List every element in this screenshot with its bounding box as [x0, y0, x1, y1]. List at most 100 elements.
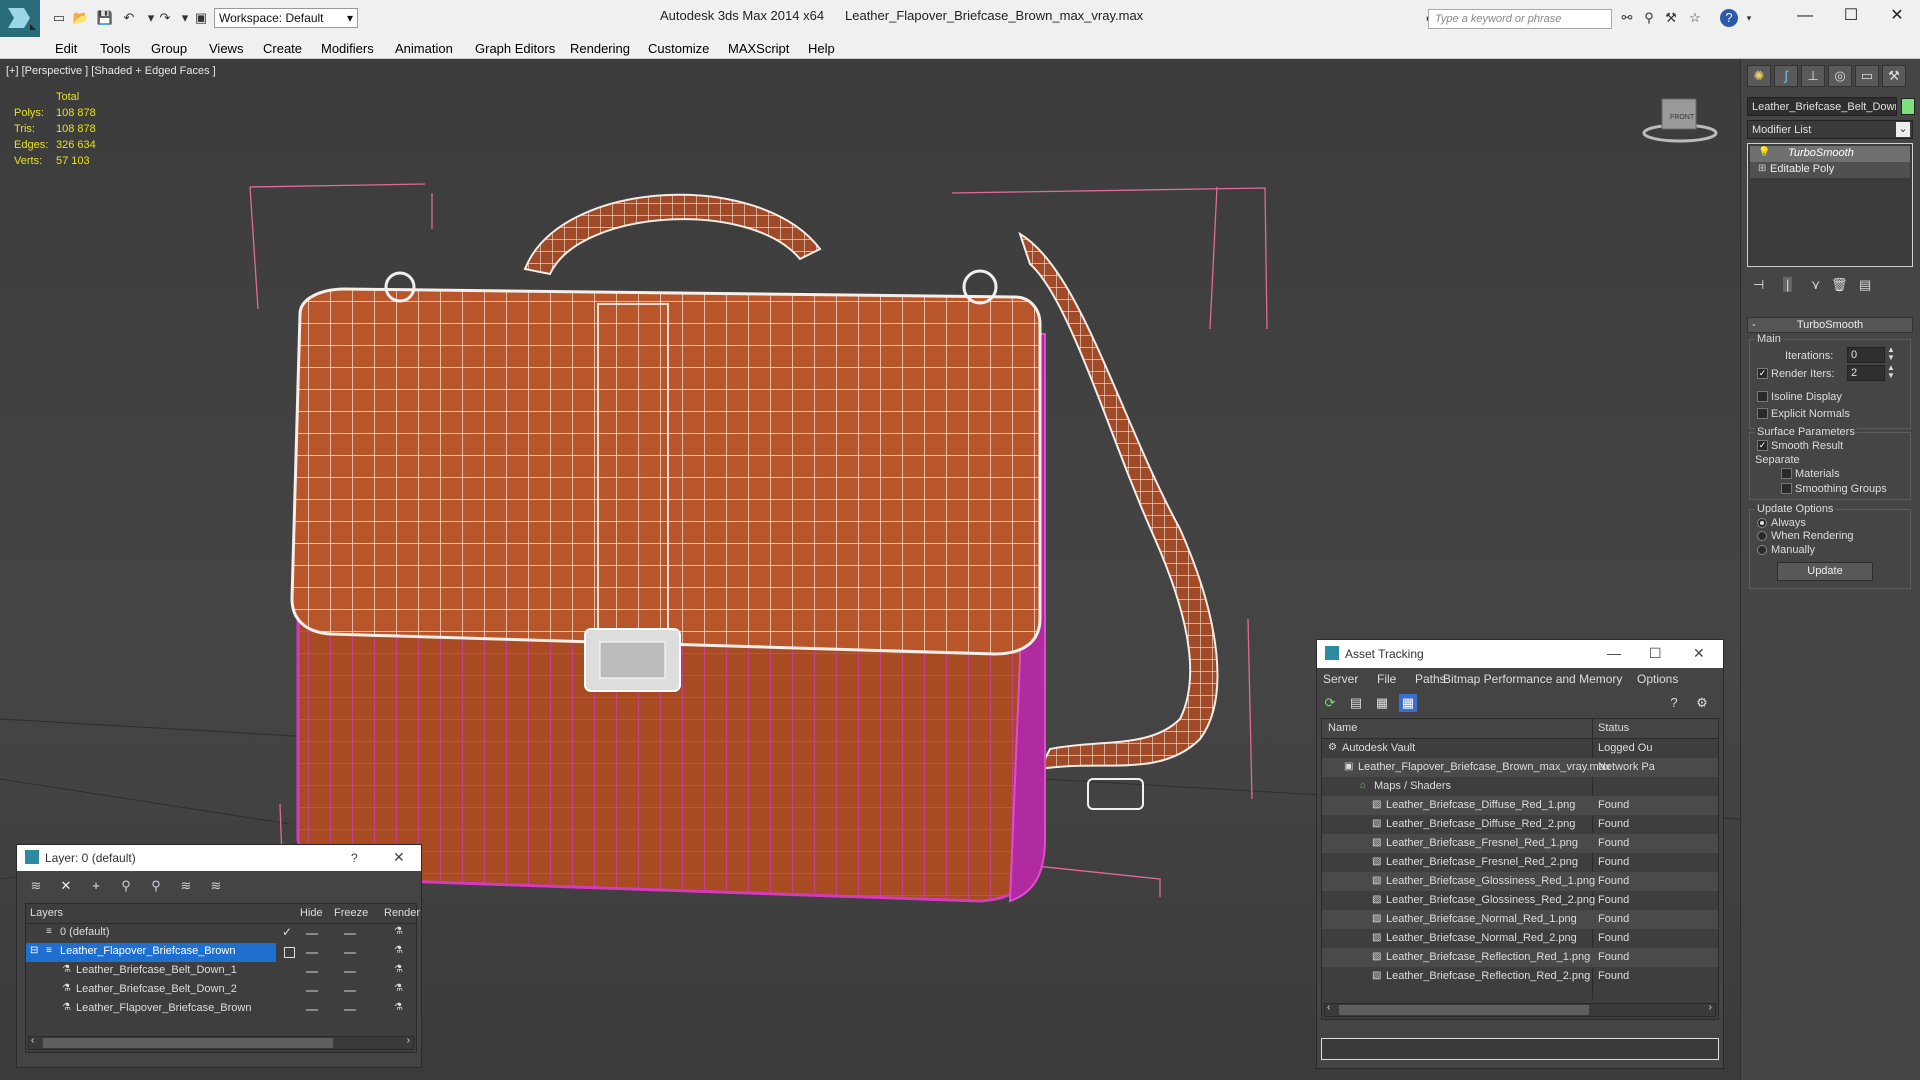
scroll-right-icon[interactable]: › — [1709, 1002, 1712, 1013]
column-header-freeze[interactable]: Freeze — [334, 907, 368, 919]
project-folder-icon[interactable]: ▣ — [192, 9, 210, 27]
menu-help[interactable]: Help — [808, 41, 835, 56]
list-view-icon[interactable]: ▤ — [1347, 694, 1365, 712]
asset-row[interactable]: ▧ Leather_Briefcase_Normal_Red_1.png Found — [1322, 910, 1718, 929]
menu-views[interactable]: Views — [209, 41, 243, 56]
asset-path-field[interactable] — [1321, 1038, 1719, 1060]
layer-row[interactable]: ≡ 0 (default) ✓ ⚗ — [26, 924, 416, 943]
communication-center-icon[interactable]: ⚲ — [1640, 9, 1658, 27]
make-unique-icon[interactable]: ⋎ — [1811, 277, 1821, 293]
menu-customize[interactable]: Customize — [648, 41, 709, 56]
freeze-toggle[interactable] — [344, 990, 356, 992]
freeze-toggle[interactable] — [344, 933, 356, 935]
asset-row[interactable]: ▧ Leather_Briefcase_Fresnel_Red_2.png Foun… — [1322, 853, 1718, 872]
pin-stack-icon[interactable]: ⊣ — [1753, 277, 1764, 293]
asset-row[interactable]: ▧ Leather_Briefcase_Reflection_Red_1.png F… — [1322, 948, 1718, 967]
layers-icon[interactable]: ≋ — [27, 877, 45, 895]
expand-plus-icon[interactable]: ⊞ — [1758, 163, 1766, 174]
menu-animation[interactable]: Animation — [395, 41, 453, 56]
asset-row[interactable]: ⌂ Maps / Shaders — [1322, 777, 1718, 796]
menu-modifiers[interactable]: Modifiers — [321, 41, 374, 56]
column-header-layers[interactable]: Layers — [30, 907, 63, 919]
hide-toggle[interactable] — [306, 990, 318, 992]
column-header-status[interactable]: Status — [1598, 722, 1629, 734]
menu-edit[interactable]: Edit — [55, 41, 77, 56]
new-file-icon[interactable]: ▭ — [50, 9, 68, 27]
update-when-rendering-radio[interactable] — [1757, 531, 1767, 541]
scroll-left-icon[interactable]: ‹ — [31, 1035, 34, 1046]
maximize-icon[interactable]: ☐ — [1836, 4, 1866, 28]
asset-row[interactable]: ▧ Leather_Briefcase_Diffuse_Red_2.png Foun… — [1322, 815, 1718, 834]
update-button[interactable]: Update — [1777, 562, 1873, 581]
menu-tools[interactable]: Tools — [100, 41, 130, 56]
app-logo-button[interactable] — [0, 0, 40, 37]
table-view-icon[interactable]: ▦ — [1399, 694, 1417, 712]
close-icon[interactable]: ✕ — [393, 849, 405, 866]
separate-smoothing-groups-checkbox[interactable] — [1781, 483, 1792, 494]
menu-graph-editors[interactable]: Graph Editors — [475, 41, 555, 56]
hierarchy-tab-icon[interactable]: ⊥ — [1801, 65, 1825, 87]
help-icon[interactable]: ? — [1665, 694, 1683, 712]
turbosmooth-rollout-header[interactable]: - TurboSmooth — [1747, 317, 1913, 333]
layer-object-row[interactable]: ⚗ Leather_Flapover_Briefcase_Brown ⚗ — [26, 1000, 416, 1019]
settings-icon[interactable]: ⚙ — [1693, 694, 1711, 712]
minimize-icon[interactable]: — — [1607, 645, 1621, 661]
render-teapot-icon[interactable]: ⚗ — [394, 926, 403, 937]
isoline-display-checkbox[interactable] — [1757, 391, 1768, 402]
lightbulb-icon[interactable]: 💡 — [1758, 147, 1770, 158]
configure-modifier-sets-icon[interactable]: ▤ — [1859, 277, 1871, 293]
active-layer-check-icon[interactable]: ✓ — [282, 925, 292, 939]
maximize-icon[interactable]: ☐ — [1649, 645, 1662, 662]
asset-row[interactable]: ▣ Leather_Flapover_Briefcase_Brown_max_vr… — [1322, 758, 1718, 777]
spinner-arrows-icon[interactable]: ▲ ▼ — [1887, 346, 1895, 362]
asset-row[interactable]: ⚙ Autodesk Vault Logged Ou — [1322, 739, 1718, 758]
undo-icon[interactable]: ↶ — [120, 9, 138, 27]
stack-item-turbosmooth[interactable]: 💡 TurboSmooth — [1750, 146, 1910, 162]
column-divider[interactable] — [1592, 719, 1593, 739]
help-button[interactable]: ? — [351, 851, 358, 865]
render-teapot-icon[interactable]: ⚗ — [394, 945, 403, 956]
smooth-result-checkbox[interactable]: ✓ — [1757, 440, 1768, 451]
display-tab-monitor-icon[interactable]: ▭ — [1855, 65, 1879, 87]
scrollbar-thumb[interactable] — [1339, 1005, 1589, 1015]
motion-tab-circle-icon[interactable]: ◎ — [1828, 65, 1852, 87]
subscription-icon[interactable]: ⚒ — [1662, 9, 1680, 27]
modifier-list-dropdown[interactable]: Modifier List ⌄ — [1747, 120, 1913, 139]
refresh-icon[interactable]: ⟳ — [1321, 694, 1339, 712]
asset-row[interactable]: ▧ Leather_Briefcase_Diffuse_Red_1.png Foun… — [1322, 796, 1718, 815]
remove-modifier-icon[interactable]: 🗑 — [1831, 277, 1848, 293]
menu-rendering[interactable]: Rendering — [570, 41, 630, 56]
minimize-icon[interactable]: — — [1790, 4, 1820, 28]
menu-maxscript[interactable]: MAXScript — [728, 41, 789, 56]
layer-object-row[interactable]: ⚗ Leather_Briefcase_Belt_Down_2 ⚗ — [26, 981, 416, 1000]
column-header-hide[interactable]: Hide — [300, 907, 323, 919]
menu-paths[interactable]: Paths — [1415, 672, 1446, 686]
utilities-tab-hammer-icon[interactable]: ⚒ — [1882, 65, 1906, 87]
asset-tracking-titlebar[interactable]: Asset Tracking — [1317, 640, 1723, 668]
update-manually-radio[interactable] — [1757, 545, 1767, 555]
hide-all-icon[interactable]: ≋ — [177, 877, 195, 895]
hide-toggle[interactable] — [306, 1009, 318, 1011]
object-name-field[interactable]: Leather_Briefcase_Belt_Down — [1747, 97, 1897, 116]
asset-row[interactable]: ▧ Leather_Briefcase_Glossiness_Red_1.png F… — [1322, 872, 1718, 891]
add-to-layer-icon[interactable]: + — [87, 877, 105, 895]
modify-tab-curve-icon[interactable]: ∫ — [1774, 65, 1798, 87]
separate-materials-checkbox[interactable] — [1781, 468, 1792, 479]
show-end-result-icon[interactable]: | — [1783, 277, 1793, 292]
collapse-minus-icon[interactable]: ⊟ — [30, 945, 38, 956]
horizontal-scrollbar[interactable]: ‹ › — [1324, 1002, 1716, 1017]
render-teapot-icon[interactable]: ⚗ — [394, 964, 403, 975]
set-current-checkbox[interactable] — [284, 947, 295, 958]
freeze-toggle[interactable] — [344, 971, 356, 973]
horizontal-scrollbar[interactable]: ‹ › — [28, 1035, 414, 1050]
save-icon[interactable]: 💾 — [96, 9, 114, 27]
asset-row[interactable]: ▧ Leather_Briefcase_Normal_Red_2.png Found — [1322, 929, 1718, 948]
select-objects-icon[interactable]: ⚲ — [117, 877, 135, 895]
column-header-render[interactable]: Render — [384, 907, 420, 919]
scrollbar-thumb[interactable] — [43, 1038, 333, 1048]
update-always-radio[interactable] — [1757, 518, 1767, 528]
explicit-normals-checkbox[interactable] — [1757, 408, 1768, 419]
menu-server[interactable]: Server — [1323, 672, 1358, 686]
help-dropdown-icon[interactable]: ▾ — [1740, 9, 1758, 27]
highlight-layer-icon[interactable]: ⚲ — [147, 877, 165, 895]
